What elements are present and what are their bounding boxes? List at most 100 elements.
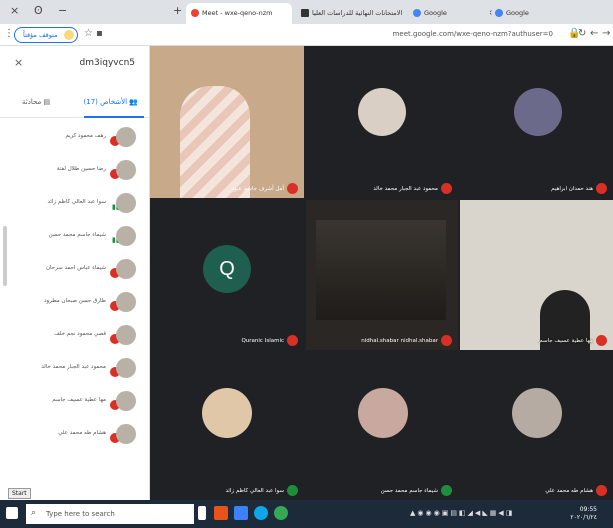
participant-name: قصي محمود نجم خلف [54, 331, 106, 337]
avatar [116, 259, 136, 279]
video-tile[interactable]: محمود عبد الجبار محمد خالد [306, 46, 458, 198]
windows-taskbar: ⌕ Type here to search ▲◉◉◉▣▤◧◢◀◣▦◀◨ 09:5… [0, 500, 613, 528]
mic-off-icon [596, 335, 607, 346]
participant-row[interactable]: سوا عبد العالي كاظم زائد▮▮ [0, 188, 150, 221]
mic-off-icon [596, 485, 607, 496]
participant-name: مها عطية عسيف جاسم [52, 397, 106, 403]
participant-row[interactable]: رضا حسين طلال لفتة [0, 155, 150, 188]
video-tile[interactable]: Q Quranic Islamic [150, 200, 304, 350]
avatar [116, 127, 136, 147]
participant-video [180, 86, 250, 198]
meeting-name: dm3iqyvcn5 [79, 58, 135, 68]
meet-icon [191, 9, 199, 17]
participant-name: شيماء عباس احمد سرحان [45, 265, 106, 271]
participant-row[interactable]: محمود عبد الجبار محمد خالد [0, 353, 150, 386]
scrollbar[interactable] [3, 226, 7, 286]
video-tile[interactable]: شيماء جاسم محمد حسن [306, 352, 458, 500]
close-icon[interactable]: × [14, 56, 23, 69]
participant-name: سوا عبد العالي كاظم زائد [47, 199, 106, 205]
avatar [514, 88, 562, 136]
tab-meet[interactable]: Meet - wxe-qeno-nzm [186, 3, 292, 24]
avatar [116, 391, 136, 411]
mic-off-icon [596, 183, 607, 194]
chrome-icon[interactable] [274, 506, 288, 520]
task-view-icon[interactable] [198, 506, 206, 520]
system-tray-icons[interactable]: ▲◉◉◉▣▤◧◢◀◣▦◀◨ [410, 509, 514, 517]
close-window-icon[interactable]: × [10, 4, 19, 17]
participant-row[interactable]: قصي محمود نجم خلف [0, 320, 150, 353]
menu-dots-icon[interactable]: ⋮ [4, 28, 14, 39]
extension-icon[interactable]: ▪ [96, 28, 103, 39]
edge-icon[interactable] [254, 506, 268, 520]
google-icon [495, 9, 503, 17]
video-tile[interactable]: هند حمدان ابراهيم [460, 46, 613, 198]
video-tile[interactable]: أمل أشرف جاسم عبود [150, 46, 304, 198]
participant-row[interactable]: رهف محمود كريم [0, 122, 150, 155]
mic-off-icon [287, 183, 298, 194]
back-icon[interactable]: → [602, 28, 610, 39]
chat-icon: ▤ [43, 98, 51, 106]
participant-name: رهف محمود كريم [65, 133, 106, 139]
video-tile[interactable]: هشام طه محمد علي [460, 352, 613, 500]
bookmark-icon [301, 9, 309, 17]
star-icon[interactable]: ☆ [84, 28, 93, 39]
avatar [116, 292, 136, 312]
avatar [116, 325, 136, 345]
app-icon[interactable] [214, 506, 228, 520]
speaking-icon [441, 485, 452, 496]
participants-panel: × dm3iqyvcn5 محادثة ▤ الأشخاص (17) 👥 رهف… [0, 46, 150, 500]
video-tile[interactable]: nidhal.shabar nidhal.shabar [306, 200, 458, 350]
avatar [64, 30, 74, 40]
tab-google-1[interactable]: × Google [490, 3, 544, 24]
taskbar-search-input[interactable]: ⌕ Type here to search [26, 504, 194, 524]
people-icon: 👥 [129, 98, 138, 106]
participant-name: محمود عبد الجبار محمد خالد [41, 364, 106, 370]
mic-off-icon [287, 335, 298, 346]
participant-name: طارق حسن صبحان مطرود [44, 298, 106, 304]
participant-row[interactable]: شيماء جاسم محمد حسن▮▮ [0, 221, 150, 254]
avatar [116, 160, 136, 180]
shield-icon[interactable] [234, 506, 248, 520]
url-field[interactable]: meet.google.com/wxe-qeno-nzm?authuser=0 [393, 30, 553, 38]
tab-close-icon[interactable]: × [490, 8, 493, 17]
google-icon [413, 9, 421, 17]
mic-off-icon [441, 335, 452, 346]
tab-chat[interactable]: محادثة ▤ [22, 98, 50, 106]
avatar [512, 388, 562, 438]
participant-row[interactable]: شيماء عباس احمد سرحان [0, 254, 150, 287]
participant-list: رهف محمود كريم رضا حسين طلال لفتة سوا عبد … [0, 122, 150, 452]
restore-window-icon[interactable]: ʘ [34, 4, 43, 17]
avatar: Q [203, 245, 251, 293]
reload-icon[interactable]: ↻ [578, 28, 586, 39]
participant-name: رضا حسين طلال لفتة [56, 166, 106, 172]
tab-exams[interactable]: الامتحانات النهائية للدراسات العليا [296, 3, 406, 24]
active-tab-indicator [84, 116, 144, 118]
forward-icon[interactable]: ← [590, 28, 598, 39]
clock[interactable]: 09:55 ٢٠٢٠/٦/٢٤ [570, 506, 597, 522]
participant-row[interactable]: مها عطية عسيف جاسم [0, 386, 150, 419]
minimize-window-icon[interactable]: − [58, 4, 67, 17]
avatar [358, 388, 408, 438]
mic-off-icon [441, 183, 452, 194]
avatar [116, 226, 136, 246]
tab-google-2[interactable]: Google [408, 3, 488, 24]
participant-video [316, 220, 446, 320]
tab-people[interactable]: الأشخاص (17) 👥 [84, 98, 138, 106]
avatar [202, 388, 252, 438]
participant-name: هشام طه محمد علي [58, 430, 106, 436]
browser-tab-bar: × ʘ − × Google Google الامتحانات النهائي… [0, 0, 613, 24]
participant-row[interactable]: هشام طه محمد علي [0, 419, 150, 452]
panel-tabs: محادثة ▤ الأشخاص (17) 👥 [0, 90, 150, 118]
speaking-icon [287, 485, 298, 496]
video-tile[interactable]: سوا عبد العالي كاظم زائد [150, 352, 304, 500]
participant-row[interactable]: طارق حسن صبحان مطرود [0, 287, 150, 320]
windows-start-icon[interactable] [6, 507, 18, 519]
avatar [116, 358, 136, 378]
start-tooltip: Start [8, 488, 31, 499]
avatar [116, 424, 136, 444]
profile-paused-pill[interactable]: متوقف مؤقتاً [14, 27, 78, 43]
new-tab-icon[interactable]: + [173, 4, 182, 17]
video-tile[interactable]: مها عطية عسيف جاسم [460, 200, 613, 350]
avatar [116, 193, 136, 213]
avatar [358, 88, 406, 136]
